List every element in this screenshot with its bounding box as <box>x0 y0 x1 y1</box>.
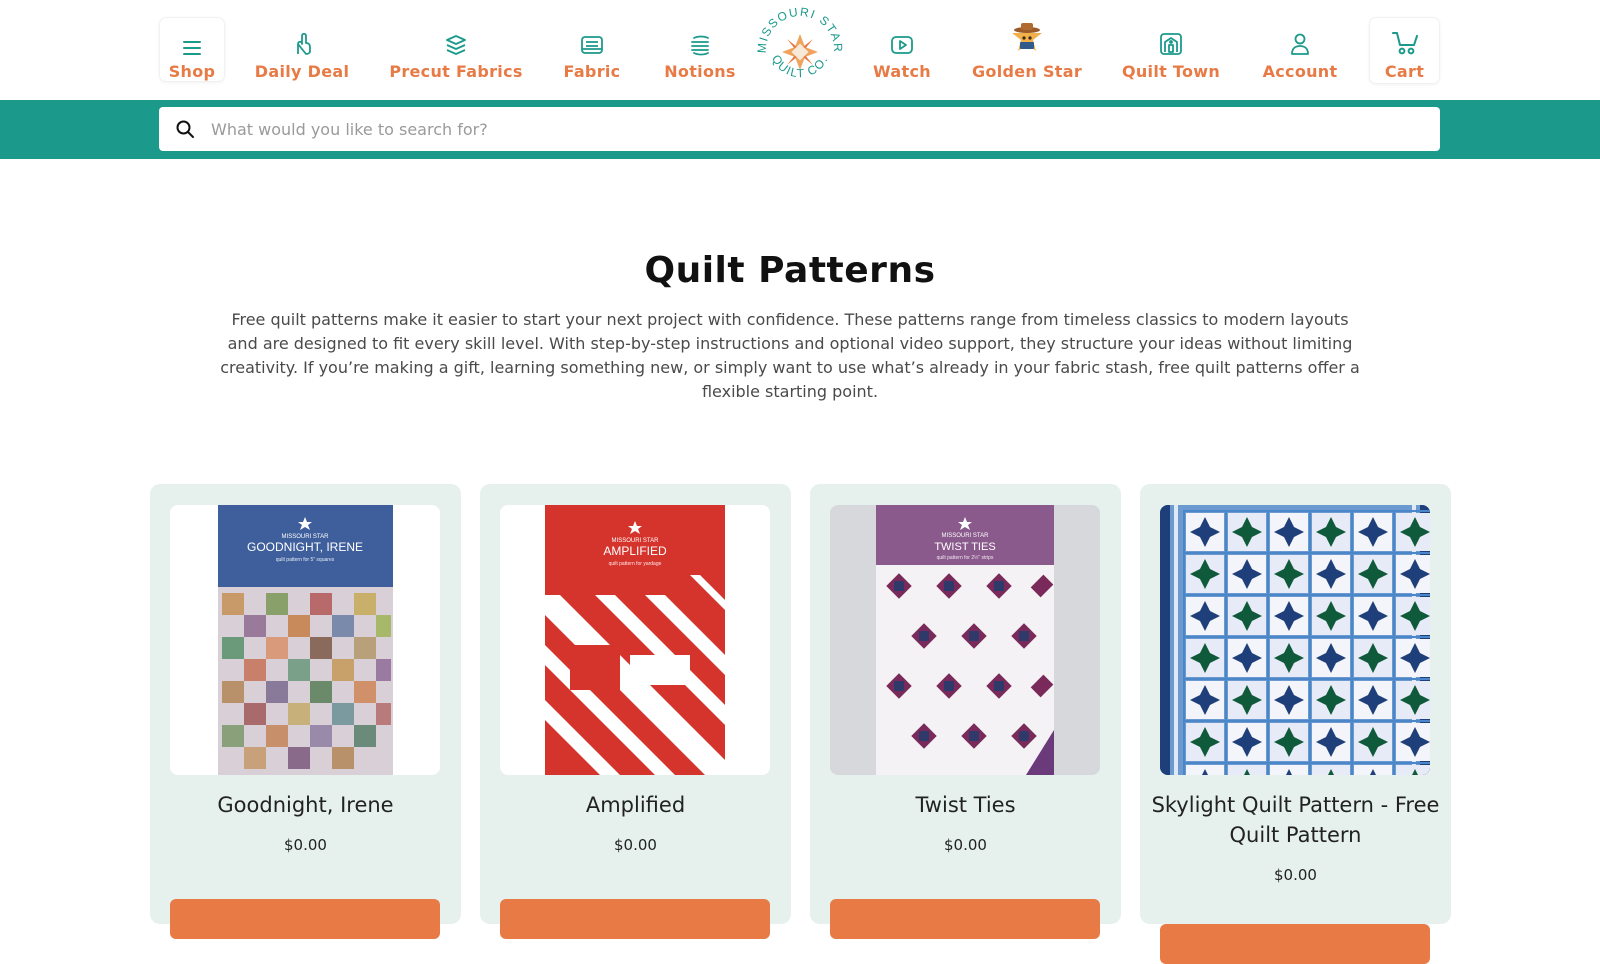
quilt-town-house-icon <box>1159 26 1183 56</box>
page-description: Free quilt patterns make it easier to st… <box>220 310 1360 401</box>
user-icon <box>1289 26 1311 56</box>
stacked-layers-icon <box>444 26 468 56</box>
product-image[interactable]: MISSOURI STAR GOODNIGHT, IRENE quilt pat… <box>170 505 440 775</box>
nav-watch[interactable]: Watch <box>872 18 932 82</box>
product-image[interactable] <box>1160 505 1430 775</box>
brand-logo[interactable]: MISSOURI STAR QUILT CO. <box>755 5 844 94</box>
nav-label: Fabric <box>563 62 621 81</box>
nav-account[interactable]: Account <box>1262 18 1338 82</box>
add-to-cart-button[interactable] <box>500 899 770 939</box>
nav-label: Golden Star <box>971 62 1083 81</box>
nav-notions[interactable]: Notions <box>664 18 736 82</box>
nav-golden-star[interactable]: Golden Star <box>971 18 1083 82</box>
cart-icon <box>1391 24 1419 56</box>
nav-label: Cart <box>1384 62 1425 81</box>
nav-cart[interactable]: Cart <box>1370 18 1439 83</box>
nav-fabric[interactable]: Fabric <box>562 18 622 82</box>
thread-spool-icon <box>688 26 712 56</box>
nav-label: Notions <box>664 62 736 81</box>
search-input[interactable] <box>211 109 1440 149</box>
nav-precut-fabrics[interactable]: Precut Fabrics <box>389 18 523 82</box>
add-to-cart-button[interactable] <box>170 899 440 939</box>
add-to-cart-button[interactable] <box>830 899 1100 939</box>
product-price: $0.00 <box>614 836 657 854</box>
product-card[interactable]: MISSOURI STAR AMPLIFIED quilt pattern fo… <box>480 484 791 939</box>
product-card[interactable]: MISSOURI STAR GOODNIGHT, IRENE quilt pat… <box>150 484 461 939</box>
product-image[interactable]: MISSOURI STAR TWIST TIES quilt pattern f… <box>830 505 1100 775</box>
product-card[interactable]: Skylight Quilt Pattern - Free Quilt Patt… <box>1140 484 1451 964</box>
nav-quilt-town[interactable]: Quilt Town <box>1122 18 1220 82</box>
svg-text:quilt pattern for 2½" strips: quilt pattern for 2½" strips <box>937 554 994 561</box>
nav-label: Shop <box>168 62 216 81</box>
nav-label: Daily Deal <box>254 62 350 81</box>
fabric-bolt-icon <box>580 26 604 56</box>
nav-label: Quilt Town <box>1121 62 1221 81</box>
product-card[interactable]: MISSOURI STAR TWIST TIES quilt pattern f… <box>810 484 1121 939</box>
page-title: Quilt Patterns <box>644 250 936 291</box>
product-name[interactable]: Twist Ties <box>820 790 1111 820</box>
nav-label: Precut Fabrics <box>389 62 523 81</box>
play-video-icon <box>890 26 914 56</box>
product-name[interactable]: Goodnight, Irene <box>160 790 451 820</box>
search-bar[interactable] <box>159 107 1440 151</box>
nav-shop[interactable]: Shop <box>160 18 224 81</box>
svg-text:quilt pattern for yardage: quilt pattern for yardage <box>609 561 662 567</box>
top-navigation: Shop Daily Deal Precut Fabrics Fabric No… <box>0 0 1600 100</box>
search-icon[interactable] <box>159 119 211 139</box>
product-price: $0.00 <box>944 836 987 854</box>
product-name[interactable]: Skylight Quilt Pattern - Free Quilt Patt… <box>1150 790 1441 850</box>
product-price: $0.00 <box>1274 866 1317 884</box>
nav-daily-deal[interactable]: Daily Deal <box>252 18 352 82</box>
add-to-cart-button[interactable] <box>1160 924 1430 964</box>
nav-label: Watch <box>873 62 931 81</box>
product-name[interactable]: Amplified <box>490 790 781 820</box>
hamburger-menu-icon <box>181 26 203 56</box>
svg-text:AMPLIFIED: AMPLIFIED <box>603 544 667 558</box>
product-image[interactable]: MISSOURI STAR AMPLIFIED quilt pattern fo… <box>500 505 770 775</box>
svg-text:TWIST TIES: TWIST TIES <box>934 541 995 553</box>
pointing-hand-icon <box>291 26 313 56</box>
nav-label: Account <box>1262 62 1338 81</box>
golden-star-mascot-icon <box>1007 20 1047 56</box>
svg-text:quilt pattern for 5" squares: quilt pattern for 5" squares <box>276 557 335 563</box>
svg-text:MISSOURI STAR: MISSOURI STAR <box>942 533 990 539</box>
product-price: $0.00 <box>284 836 327 854</box>
svg-text:GOODNIGHT, IRENE: GOODNIGHT, IRENE <box>247 540 363 554</box>
